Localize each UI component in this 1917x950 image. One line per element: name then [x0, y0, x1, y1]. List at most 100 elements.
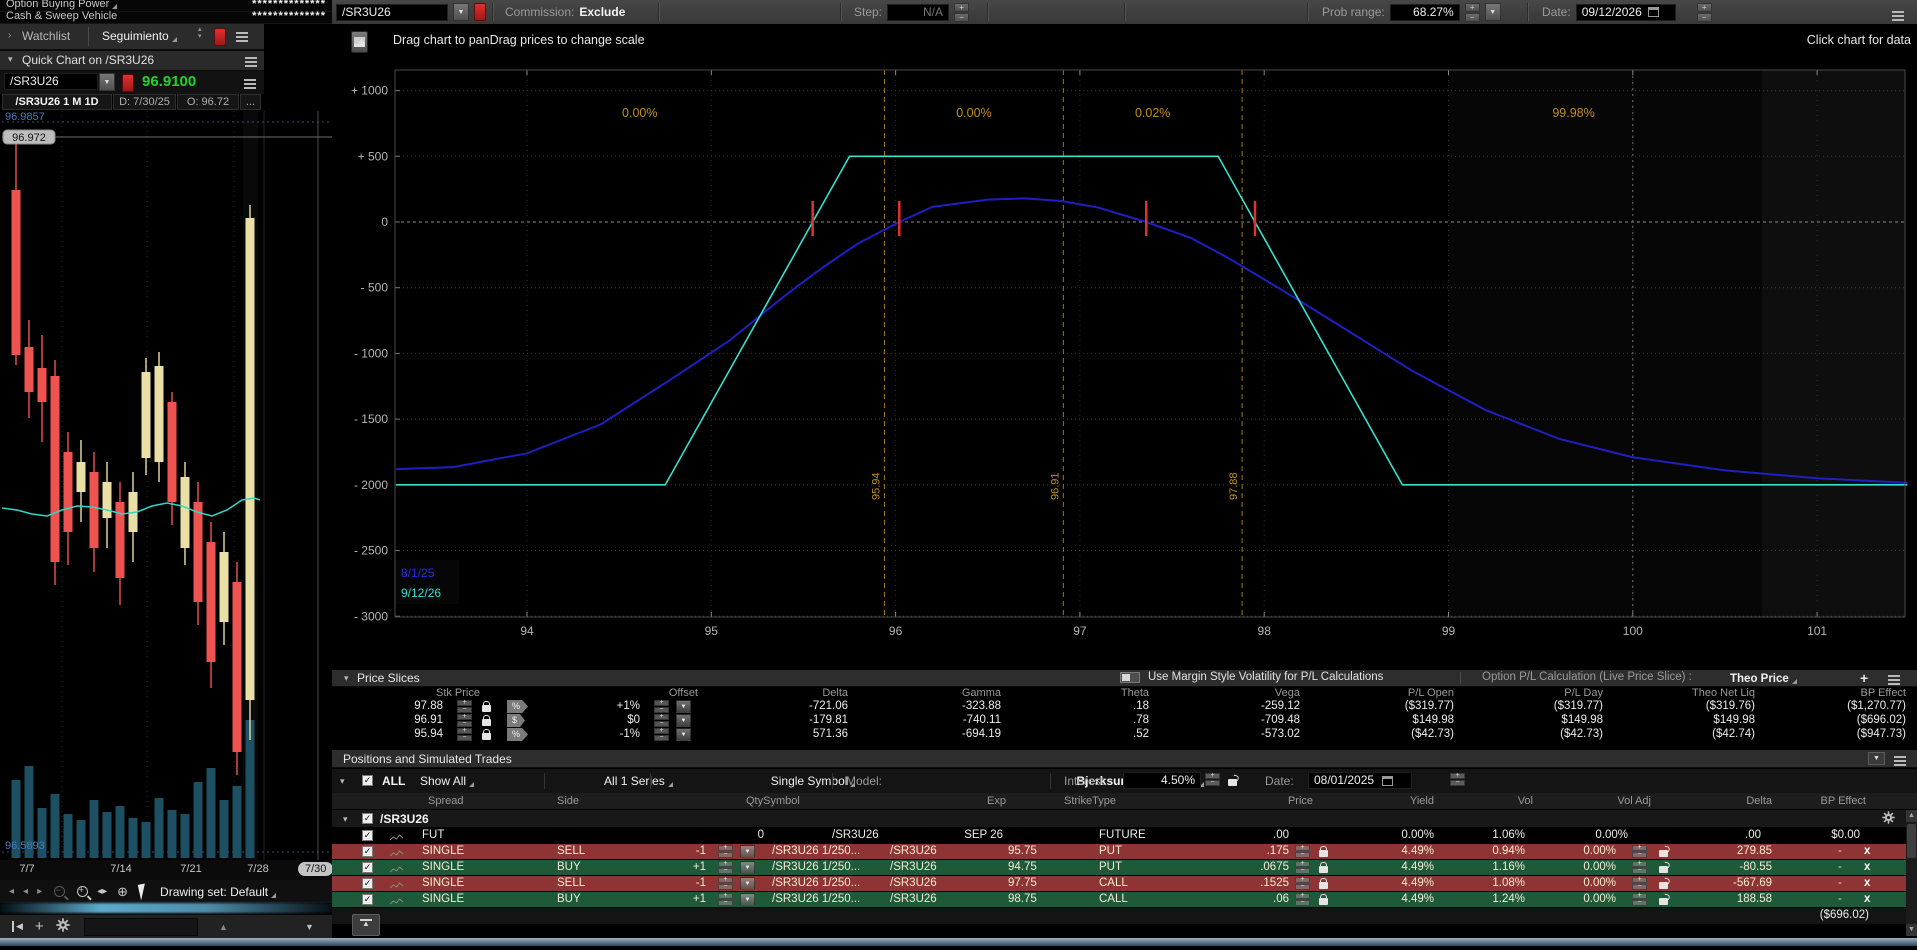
- pos-type[interactable]: PUT: [1099, 845, 1122, 857]
- scroll-down-icon[interactable]: ▼: [1906, 924, 1917, 936]
- margin-volatility-toggle[interactable]: [1120, 672, 1140, 683]
- add-gadget-button[interactable]: +: [35, 918, 44, 935]
- symbol-dropdown-icon[interactable]: ▼: [453, 3, 469, 21]
- symbol-combo[interactable]: /SR3U26 ▼: [336, 0, 486, 24]
- prob-range-input[interactable]: 68.27%: [1390, 4, 1460, 21]
- chart-info-more[interactable]: ...: [240, 94, 261, 110]
- qty-stepper[interactable]: +−: [718, 893, 733, 906]
- pos-price[interactable]: .175: [1267, 845, 1289, 857]
- slice-offset[interactable]: +1%: [617, 700, 640, 712]
- price-stepper[interactable]: +−: [1295, 861, 1310, 874]
- gear-icon[interactable]: [1882, 811, 1895, 824]
- positions-col-header[interactable]: Exp: [987, 795, 1006, 807]
- date-input[interactable]: 09/12/2026: [1576, 4, 1676, 21]
- quick-chart-symbol-dropdown-icon[interactable]: ▼: [99, 73, 115, 91]
- positions-col-header[interactable]: QtySymbol: [746, 795, 800, 807]
- pos-qty[interactable]: -1: [696, 845, 706, 857]
- scroll-left2-icon[interactable]: ◂: [23, 886, 28, 897]
- qty-stepper[interactable]: +−: [718, 877, 733, 890]
- pos-strike[interactable]: 98.75: [1008, 893, 1037, 905]
- crosshair-icon[interactable]: ⊕: [117, 884, 128, 900]
- pos-qty[interactable]: -1: [696, 877, 706, 889]
- scroll-up-icon[interactable]: ▲: [1906, 810, 1917, 822]
- pos-spread[interactable]: SINGLE: [422, 861, 464, 873]
- pos-side[interactable]: BUY: [557, 893, 581, 905]
- chart-link-icon[interactable]: [390, 863, 404, 877]
- pan-arrows-icon[interactable]: ◂▸: [97, 886, 107, 897]
- jump-start-button[interactable]: ◀: [12, 921, 23, 932]
- toolbar-menu-icon[interactable]: [1892, 11, 1904, 13]
- interest-input[interactable]: 4.50%: [1123, 772, 1201, 789]
- pos-spread[interactable]: SINGLE: [422, 877, 464, 889]
- collapse-chevron-icon[interactable]: ▾: [8, 54, 13, 65]
- tab-watchlist[interactable]: Watchlist: [22, 29, 70, 43]
- spark-icon[interactable]: [390, 849, 404, 858]
- drawing-set-selector[interactable]: Drawing set: Default: [160, 885, 268, 899]
- row-checkbox[interactable]: ✓: [362, 862, 373, 873]
- link-badge-icon[interactable]: [474, 3, 486, 21]
- positions-col-header[interactable]: Yield: [1410, 795, 1434, 807]
- spark-icon[interactable]: [390, 833, 404, 842]
- pos-exp[interactable]: SEP 26: [964, 829, 1003, 841]
- qty-stepper[interactable]: +−: [718, 845, 733, 858]
- positions-col-header[interactable]: Delta: [1746, 795, 1772, 807]
- step-input[interactable]: N/A: [887, 4, 949, 21]
- qty-dropdown-icon[interactable]: ▼: [740, 845, 755, 858]
- lock-icon[interactable]: [482, 719, 491, 726]
- positions-scrollbar[interactable]: ▲ ▼: [1906, 810, 1917, 936]
- sort-arrows-icon[interactable]: ▴▾: [198, 26, 202, 40]
- series-dropdown[interactable]: All 1 Series: [604, 774, 665, 788]
- collapse-down-icon[interactable]: ▼: [305, 922, 314, 932]
- positions-date-stepper[interactable]: +−: [1450, 773, 1465, 786]
- chart-link-icon[interactable]: [390, 831, 404, 845]
- step-stepper[interactable]: +−: [954, 3, 969, 21]
- pos-vol-adj[interactable]: 0.00%: [1583, 845, 1616, 857]
- vol-adj-stepper[interactable]: +−: [1632, 861, 1647, 874]
- group-collapse-icon[interactable]: ▾: [343, 814, 348, 825]
- pos-price[interactable]: .0675: [1260, 861, 1289, 873]
- qty-dropdown-icon[interactable]: ▼: [740, 877, 755, 890]
- price-stepper[interactable]: +−: [1295, 877, 1310, 890]
- row-checkbox[interactable]: ✓: [362, 878, 373, 889]
- slice-offset-dropdown-icon[interactable]: ▼: [676, 700, 691, 713]
- vol-adj-stepper[interactable]: +−: [1632, 845, 1647, 858]
- price-lock-icon[interactable]: [1319, 898, 1328, 905]
- pos-side[interactable]: BUY: [557, 861, 581, 873]
- cursor-tool-icon[interactable]: [138, 883, 148, 900]
- row-close-icon[interactable]: x: [1864, 845, 1870, 857]
- vol-adj-lock-icon[interactable]: [1659, 866, 1668, 873]
- positions-col-header[interactable]: Side: [557, 795, 579, 807]
- slice-offset-dropdown-icon[interactable]: ▼: [676, 728, 691, 741]
- positions-menu-icon[interactable]: [1894, 756, 1906, 758]
- pos-qty[interactable]: +1: [693, 861, 706, 873]
- watchlist-menu-icon[interactable]: [236, 32, 248, 34]
- positions-collapse-icon[interactable]: ▾: [340, 776, 345, 787]
- row-close-icon[interactable]: x: [1864, 893, 1870, 905]
- price-lock-icon[interactable]: [1319, 882, 1328, 889]
- pos-type[interactable]: PUT: [1099, 861, 1122, 873]
- positions-col-header[interactable]: Vol Adj: [1617, 795, 1651, 807]
- slice-offset[interactable]: $0: [627, 714, 640, 726]
- symbol-group-row[interactable]: ▾✓/SR3U26: [332, 810, 1917, 827]
- pos-symbol-desc[interactable]: /SR3U26 1/250...: [772, 893, 860, 905]
- collapse-panel-button[interactable]: ▲: [352, 914, 380, 936]
- row-close-icon[interactable]: x: [1864, 861, 1870, 873]
- pos-spread[interactable]: SINGLE: [422, 893, 464, 905]
- tab-seguimiento[interactable]: Seguimiento: [102, 29, 169, 43]
- chart-link-icon[interactable]: [390, 879, 404, 893]
- row-checkbox[interactable]: ✓: [362, 830, 373, 841]
- quick-chart-badge-icon[interactable]: [122, 74, 134, 92]
- row-checkbox[interactable]: ✓: [362, 846, 373, 857]
- slice-price-stepper[interactable]: +−: [457, 714, 472, 727]
- all-checkbox[interactable]: ✓: [362, 775, 373, 786]
- show-all-dropdown[interactable]: Show All: [420, 774, 466, 788]
- pos-vol-adj[interactable]: 0.00%: [1583, 861, 1616, 873]
- slice-offset-stepper[interactable]: +−: [654, 714, 669, 727]
- watchlist-expand-chevron-icon[interactable]: ›: [8, 30, 11, 41]
- qty-stepper[interactable]: +−: [718, 861, 733, 874]
- slice-stk-price[interactable]: 95.94: [414, 728, 443, 740]
- margin-volatility-label[interactable]: Use Margin Style Volatility for P/L Calc…: [1148, 671, 1383, 683]
- gear-icon[interactable]: [56, 918, 70, 932]
- pos-strike[interactable]: 95.75: [1008, 845, 1037, 857]
- calendar-icon[interactable]: [1648, 7, 1659, 17]
